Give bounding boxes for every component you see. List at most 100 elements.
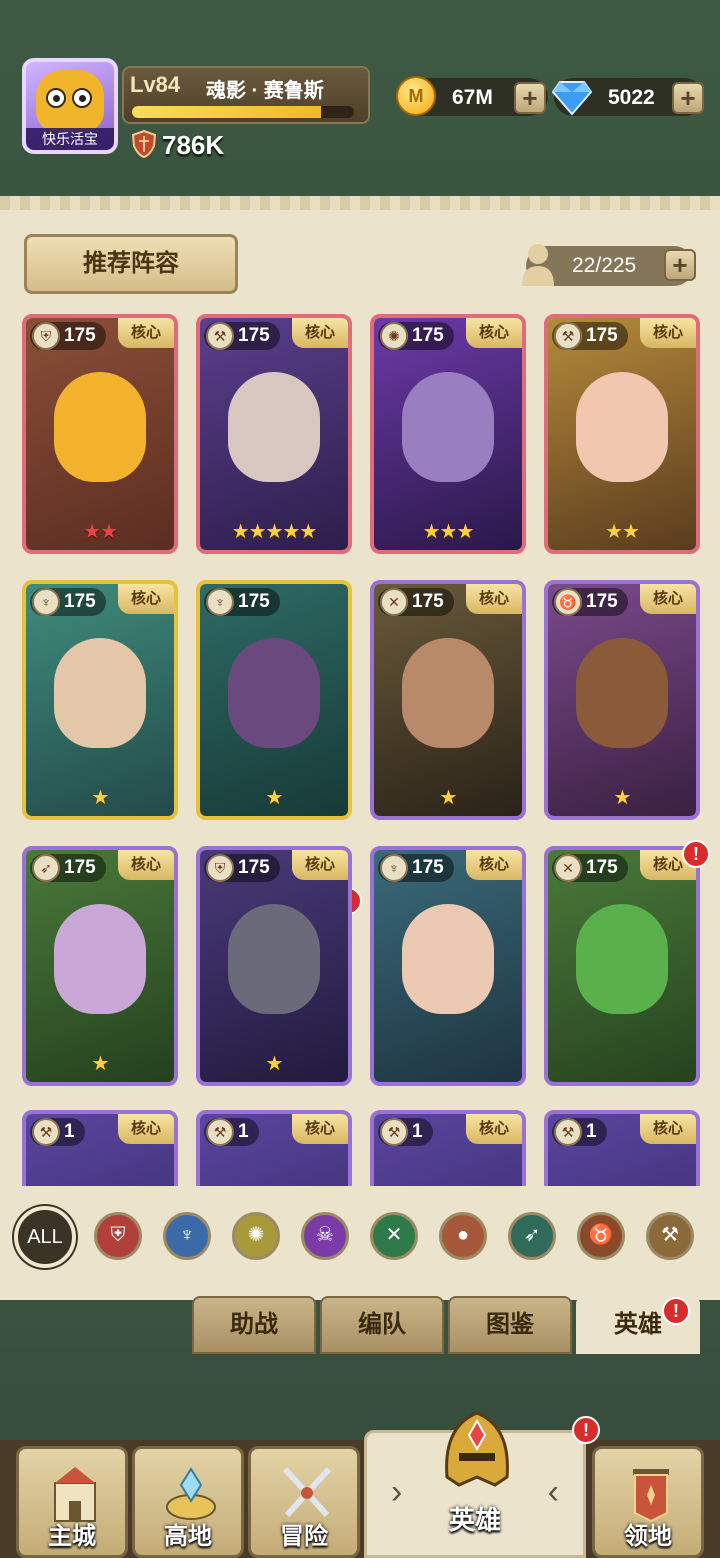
hero-card[interactable]: 175 ⚒ 核心 ★★★★★ — [196, 314, 352, 554]
hero-stars: ★ — [91, 787, 110, 809]
shield-filter-icon[interactable]: ⛨ — [94, 1212, 142, 1260]
staff-filter-icon[interactable]: ♆ — [163, 1212, 211, 1260]
avatar-eye — [46, 88, 66, 108]
expand-slots-button[interactable]: + — [664, 249, 696, 281]
nav-label: 冒险 — [280, 1523, 328, 1550]
tab-codex[interactable]: 图鉴 — [448, 1296, 572, 1354]
paw-filter-icon[interactable]: ● — [439, 1212, 487, 1260]
core-badge: 核心 — [466, 850, 522, 880]
nav-territory[interactable]: 领地 — [592, 1446, 704, 1558]
hero-stars: ★ — [613, 787, 632, 809]
hero-stars: ★ — [91, 1053, 110, 1075]
hero-face — [54, 638, 146, 748]
staff-class-icon: ♆ — [32, 588, 60, 616]
gold-coin-icon: M — [396, 76, 436, 116]
daggers-class-icon: ✕ — [554, 854, 582, 882]
hero-face — [576, 904, 668, 1014]
hero-card[interactable]: 1 ⚒ 核心 — [196, 1110, 352, 1186]
shield-icon — [132, 130, 156, 158]
hero-card[interactable]: 1 ⚒ 核心 — [370, 1110, 526, 1186]
hero-face — [54, 372, 146, 482]
nav-heroes-alert: ! — [572, 1416, 600, 1444]
hammer-filter-icon[interactable]: ⚒ — [646, 1212, 694, 1260]
hero-stars: ★★★★★ — [231, 521, 318, 543]
core-badge: 核心 — [118, 318, 174, 348]
add-gold-button[interactable]: + — [514, 82, 546, 114]
hero-stars: ★★ — [605, 521, 640, 543]
nav-heroes[interactable]: › ‹ 英雄 — [364, 1411, 586, 1558]
staff-class-icon: ♆ — [206, 588, 234, 616]
hero-card[interactable]: 175 ♆ 核心 — [370, 846, 526, 1086]
player-avatar[interactable]: 快乐活宝 — [22, 58, 118, 154]
tab-formation[interactable]: 编队 — [320, 1296, 444, 1354]
daggers-filter-icon[interactable]: ✕ — [370, 1212, 418, 1260]
hero-stars: ★★ — [83, 521, 118, 543]
hero-card[interactable]: 175 ♆ ★ — [196, 580, 352, 820]
shield-class-icon: ⛨ — [206, 854, 234, 882]
core-badge: 核心 — [640, 584, 696, 614]
bull-class-icon: ♉ — [554, 588, 582, 616]
add-gems-button[interactable]: + — [672, 82, 704, 114]
hero-count: 22/225 — [572, 254, 637, 277]
hero-card[interactable]: 175 ⛨ 核心 ★★ — [22, 314, 178, 554]
xp-fill — [132, 106, 321, 118]
combat-power: 786K — [162, 130, 225, 160]
bow-filter-icon[interactable]: ➶ — [508, 1212, 556, 1260]
hero-card[interactable]: 175 ➶ 核心 ★ — [22, 846, 178, 1086]
wings-class-icon: ✺ — [380, 322, 408, 350]
skull-filter-icon[interactable]: ☠ — [301, 1212, 349, 1260]
wings-filter-icon[interactable]: ✺ — [232, 1212, 280, 1260]
recommended-lineup-button[interactable]: 推荐阵容 — [24, 234, 238, 294]
panel-trim — [0, 196, 720, 210]
hero-face — [576, 372, 668, 482]
hero-card[interactable]: 1 ⚒ 核心 — [544, 1110, 700, 1186]
hero-card[interactable]: 175 ✕ 核心 — [544, 846, 700, 1086]
core-badge: 核心 — [292, 318, 348, 348]
tab-support[interactable]: 助战 — [192, 1296, 316, 1354]
hero-stars: ★★★ — [422, 521, 475, 543]
staff-class-icon: ♆ — [380, 854, 408, 882]
bow-class-icon: ➶ — [32, 854, 60, 882]
hero-card[interactable]: 175 ♆ 核心 ★ — [22, 580, 178, 820]
nav-label: 英雄 — [448, 1505, 501, 1535]
hammer-class-icon: ⚒ — [554, 322, 582, 350]
hero-face — [54, 904, 146, 1014]
hero-card[interactable]: 175 ✺ 核心 ★★★ — [370, 314, 526, 554]
hero-card[interactable]: 175 ♉ 核心 ★ — [544, 580, 700, 820]
hero-card[interactable]: 1 ⚒ 核心 — [22, 1110, 178, 1186]
nav-label: 高地 — [164, 1523, 212, 1550]
hero-card[interactable]: 175 ⛨ 核心 ★ — [196, 846, 352, 1086]
filter-all-button[interactable]: ALL — [14, 1206, 76, 1268]
helmet-icon — [445, 1411, 509, 1487]
heroes-tab-alert: ! — [662, 1297, 690, 1325]
nav-adventure[interactable]: 冒险 — [248, 1446, 360, 1558]
hero-card[interactable]: 175 ⚒ 核心 ★★ — [544, 314, 700, 554]
xp-bar — [132, 106, 354, 118]
nav-highland[interactable]: 高地 — [132, 1446, 244, 1558]
core-badge: 核心 — [466, 318, 522, 348]
avatar-tag: 快乐活宝 — [26, 128, 114, 150]
nav-label: 领地 — [624, 1523, 672, 1550]
hammer-class-icon: ⚒ — [32, 1118, 60, 1146]
core-badge: 核心 — [118, 584, 174, 614]
class-filter-row: ALL ⛨ ♆ ✺ ☠ ✕ ● ➶ ♉ ⚒ — [0, 1194, 720, 1280]
hammer-class-icon: ⚒ — [554, 1118, 582, 1146]
hero-face — [402, 638, 494, 748]
hero-face — [402, 904, 494, 1014]
core-badge: 核心 — [640, 318, 696, 348]
daggers-class-icon: ✕ — [380, 588, 408, 616]
hero-card[interactable]: 175 ✕ 核心 ★ — [370, 580, 526, 820]
avatar-face — [36, 70, 104, 132]
hero-alert-badge: ! — [682, 840, 710, 868]
hammer-class-icon: ⚒ — [206, 322, 234, 350]
bull-filter-icon[interactable]: ♉ — [577, 1212, 625, 1260]
core-badge: 核心 — [466, 584, 522, 614]
hero-stars: ★ — [265, 787, 284, 809]
hero-face — [402, 372, 494, 482]
diamond-icon — [552, 81, 592, 116]
nav-main-city[interactable]: 主城 — [16, 1446, 128, 1558]
hero-grid: 175 ⛨ 核心 ★★ 175 ⚒ 核心 ★★★★★ 175 ✺ 核心 ★★★ … — [0, 312, 720, 1186]
hero-face — [228, 372, 320, 482]
shield-class-icon: ⛨ — [32, 322, 60, 350]
core-badge: 核心 — [292, 1114, 348, 1144]
